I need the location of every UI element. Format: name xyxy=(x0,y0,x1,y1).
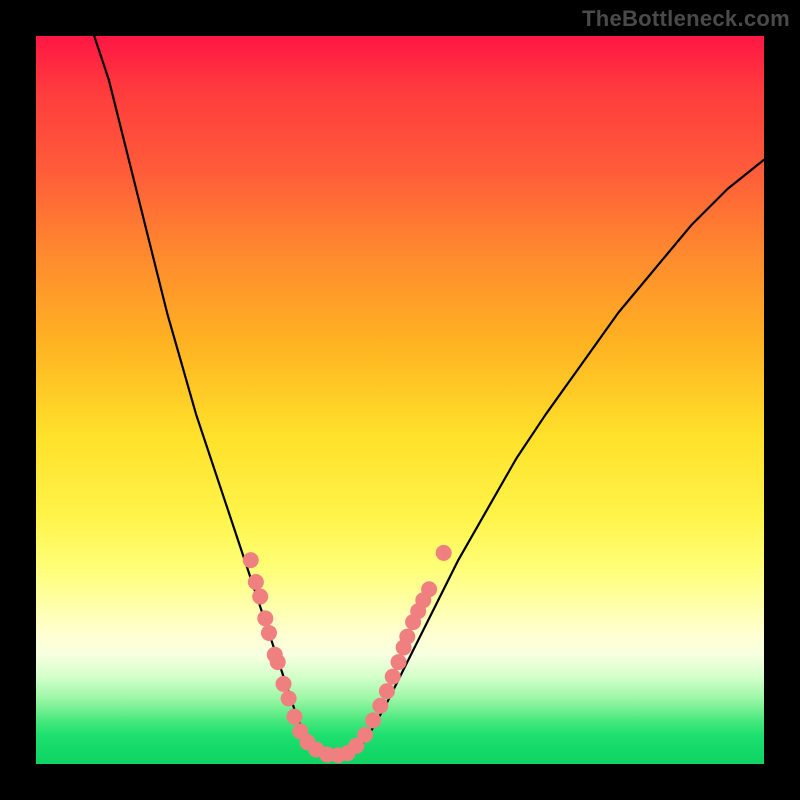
curve-marker xyxy=(243,552,259,568)
bottleneck-curve xyxy=(94,36,764,756)
curve-markers xyxy=(243,545,452,763)
curve-marker xyxy=(421,581,437,597)
curve-marker xyxy=(365,712,381,728)
curve-marker xyxy=(252,589,268,605)
curve-marker xyxy=(372,698,388,714)
curve-layer xyxy=(36,36,764,764)
chart-stage: TheBottleneck.com xyxy=(0,0,800,800)
plot-area xyxy=(36,36,764,764)
curve-marker xyxy=(399,629,415,645)
curve-marker xyxy=(357,727,373,743)
curve-marker xyxy=(379,683,395,699)
curve-marker xyxy=(276,676,292,692)
curve-marker xyxy=(385,669,401,685)
curve-marker xyxy=(281,690,297,706)
watermark-text: TheBottleneck.com xyxy=(582,6,790,32)
curve-marker xyxy=(270,654,286,670)
curve-marker xyxy=(248,574,264,590)
curve-marker xyxy=(391,654,407,670)
curve-marker xyxy=(286,709,302,725)
curve-marker xyxy=(257,610,273,626)
curve-marker xyxy=(436,545,452,561)
curve-marker xyxy=(261,625,277,641)
